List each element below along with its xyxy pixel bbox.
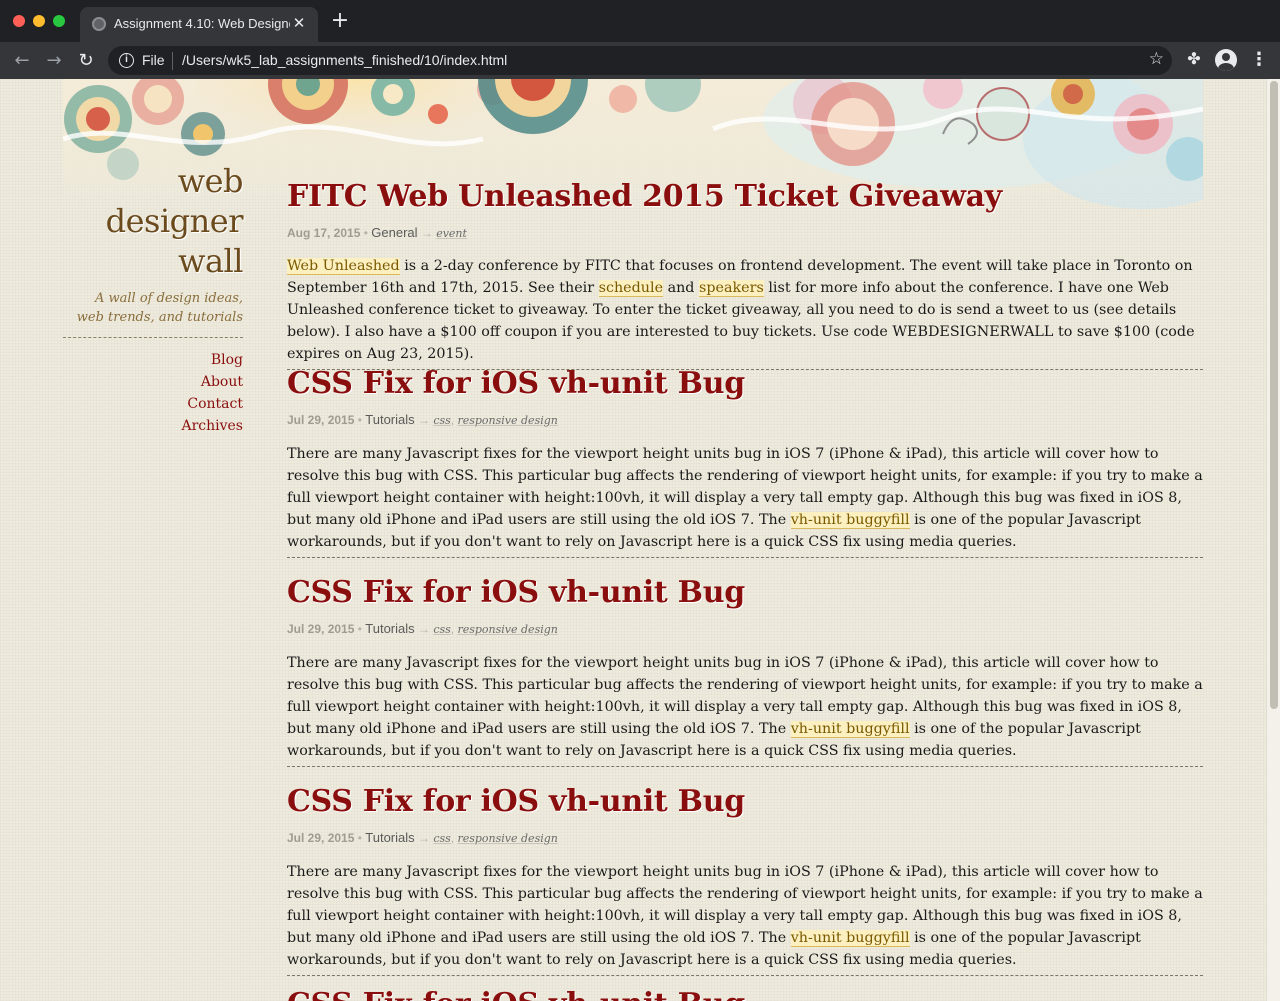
post-title[interactable]: CSS Fix for iOS vh-unit Bug	[287, 573, 1203, 613]
post-item: FITC Web Unleashed 2015 Ticket Giveaway …	[287, 177, 1203, 370]
post-item: CSS Fix for iOS vh-unit Bug	[287, 985, 1203, 1001]
url-text[interactable]: /Users/wk5_lab_assignments_finished/10/i…	[182, 52, 507, 68]
minimize-window-button[interactable]	[33, 15, 45, 27]
post-item: CSS Fix for iOS vh-unit Bug Jul 29, 2015…	[287, 364, 1203, 558]
extensions-icon[interactable]: ✤	[1184, 48, 1204, 70]
post-meta: Jul 29, 2015 • Tutorials → css, responsi…	[287, 412, 558, 427]
browser-titlebar: Assignment 4.10: Web Designer Wall ✕ +	[0, 0, 1280, 42]
url-divider	[172, 52, 173, 70]
nav-link-contact[interactable]: Contact	[63, 393, 243, 415]
post-tag[interactable]: css	[433, 832, 450, 845]
info-icon[interactable]: i	[119, 53, 134, 68]
new-tab-button[interactable]: +	[330, 10, 350, 32]
post-title[interactable]: CSS Fix for iOS vh-unit Bug	[287, 985, 1203, 1001]
post-title[interactable]: CSS Fix for iOS vh-unit Bug	[287, 364, 1203, 404]
post-title[interactable]: CSS Fix for iOS vh-unit Bug	[287, 782, 1203, 822]
site-title-line: wall	[178, 242, 243, 280]
link-speakers[interactable]: speakers	[699, 280, 764, 297]
post-excerpt: There are many Javascript fixes for the …	[287, 652, 1203, 766]
link-schedule[interactable]: schedule	[598, 280, 664, 297]
post-tag[interactable]: responsive design	[457, 414, 557, 427]
sidebar-divider	[63, 337, 243, 338]
post-tag[interactable]: event	[436, 227, 467, 240]
post-date: Jul 29, 2015	[287, 413, 355, 427]
forward-icon[interactable]: →	[42, 49, 66, 73]
post-meta: Aug 17, 2015 • General → event	[287, 225, 467, 240]
globe-icon	[92, 17, 106, 31]
site-logo[interactable]: web designer wall	[63, 161, 244, 281]
post-tag[interactable]: css	[433, 414, 450, 427]
tab-title: Assignment 4.10: Web Designer Wall	[114, 16, 290, 31]
post-category[interactable]: Tutorials	[365, 830, 414, 845]
post-item: CSS Fix for iOS vh-unit Bug Jul 29, 2015…	[287, 782, 1203, 976]
post-category[interactable]: Tutorials	[365, 621, 414, 636]
post-excerpt: There are many Javascript fixes for the …	[287, 861, 1203, 975]
post-date: Jul 29, 2015	[287, 622, 355, 636]
page-viewport: web designer wall A wall of design ideas…	[0, 79, 1280, 1001]
post-category[interactable]: General	[371, 225, 417, 240]
post-tag[interactable]: responsive design	[457, 832, 557, 845]
post-tag[interactable]: css	[433, 623, 450, 636]
post-item: CSS Fix for iOS vh-unit Bug Jul 29, 2015…	[287, 573, 1203, 767]
post-meta: Jul 29, 2015 • Tutorials → css, responsi…	[287, 830, 558, 845]
site-tagline: A wall of design ideas, web trends, and …	[76, 291, 243, 325]
page-scrollbar[interactable]	[1266, 79, 1280, 1001]
address-bar[interactable]: i File /Users/wk5_lab_assignments_finish…	[108, 46, 1172, 75]
post-excerpt: There are many Javascript fixes for the …	[287, 443, 1203, 557]
back-icon[interactable]: ←	[10, 49, 34, 73]
sidebar-nav: Blog About Contact Archives	[63, 349, 243, 437]
link-vh-unit-buggyfill[interactable]: vh-unit buggyfill	[790, 721, 910, 738]
post-tag[interactable]: responsive design	[457, 623, 557, 636]
url-scheme: File	[142, 52, 165, 68]
post-excerpt: Web Unleashed is a 2-day conference by F…	[287, 255, 1203, 369]
post-date: Jul 29, 2015	[287, 831, 355, 845]
profile-icon[interactable]	[1215, 49, 1237, 71]
scrollbar-thumb[interactable]	[1270, 81, 1278, 709]
post-category[interactable]: Tutorials	[365, 412, 414, 427]
excerpt-text: and	[663, 280, 700, 296]
nav-link-archives[interactable]: Archives	[63, 415, 243, 437]
nav-link-about[interactable]: About	[63, 371, 243, 393]
close-window-button[interactable]	[13, 15, 25, 27]
post-title[interactable]: FITC Web Unleashed 2015 Ticket Giveaway	[287, 177, 1203, 217]
post-meta: Jul 29, 2015 • Tutorials → css, responsi…	[287, 621, 558, 636]
maximize-window-button[interactable]	[53, 15, 65, 27]
browser-tab[interactable]: Assignment 4.10: Web Designer Wall ✕	[80, 7, 318, 42]
site-title-line: web	[177, 162, 244, 200]
browser-toolbar: ← → ↻ i File /Users/wk5_lab_assignments_…	[0, 42, 1280, 79]
menu-icon[interactable]: ⋮	[1249, 48, 1269, 72]
link-vh-unit-buggyfill[interactable]: vh-unit buggyfill	[790, 512, 910, 529]
nav-link-blog[interactable]: Blog	[63, 349, 243, 371]
reload-icon[interactable]: ↻	[74, 49, 98, 73]
star-icon[interactable]: ☆	[1149, 49, 1164, 69]
link-web-unleashed[interactable]: Web Unleashed	[287, 258, 400, 275]
close-tab-icon[interactable]: ✕	[290, 14, 308, 32]
link-vh-unit-buggyfill[interactable]: vh-unit buggyfill	[790, 930, 910, 947]
site-title-line: designer	[105, 202, 244, 240]
post-date: Aug 17, 2015	[287, 226, 361, 240]
